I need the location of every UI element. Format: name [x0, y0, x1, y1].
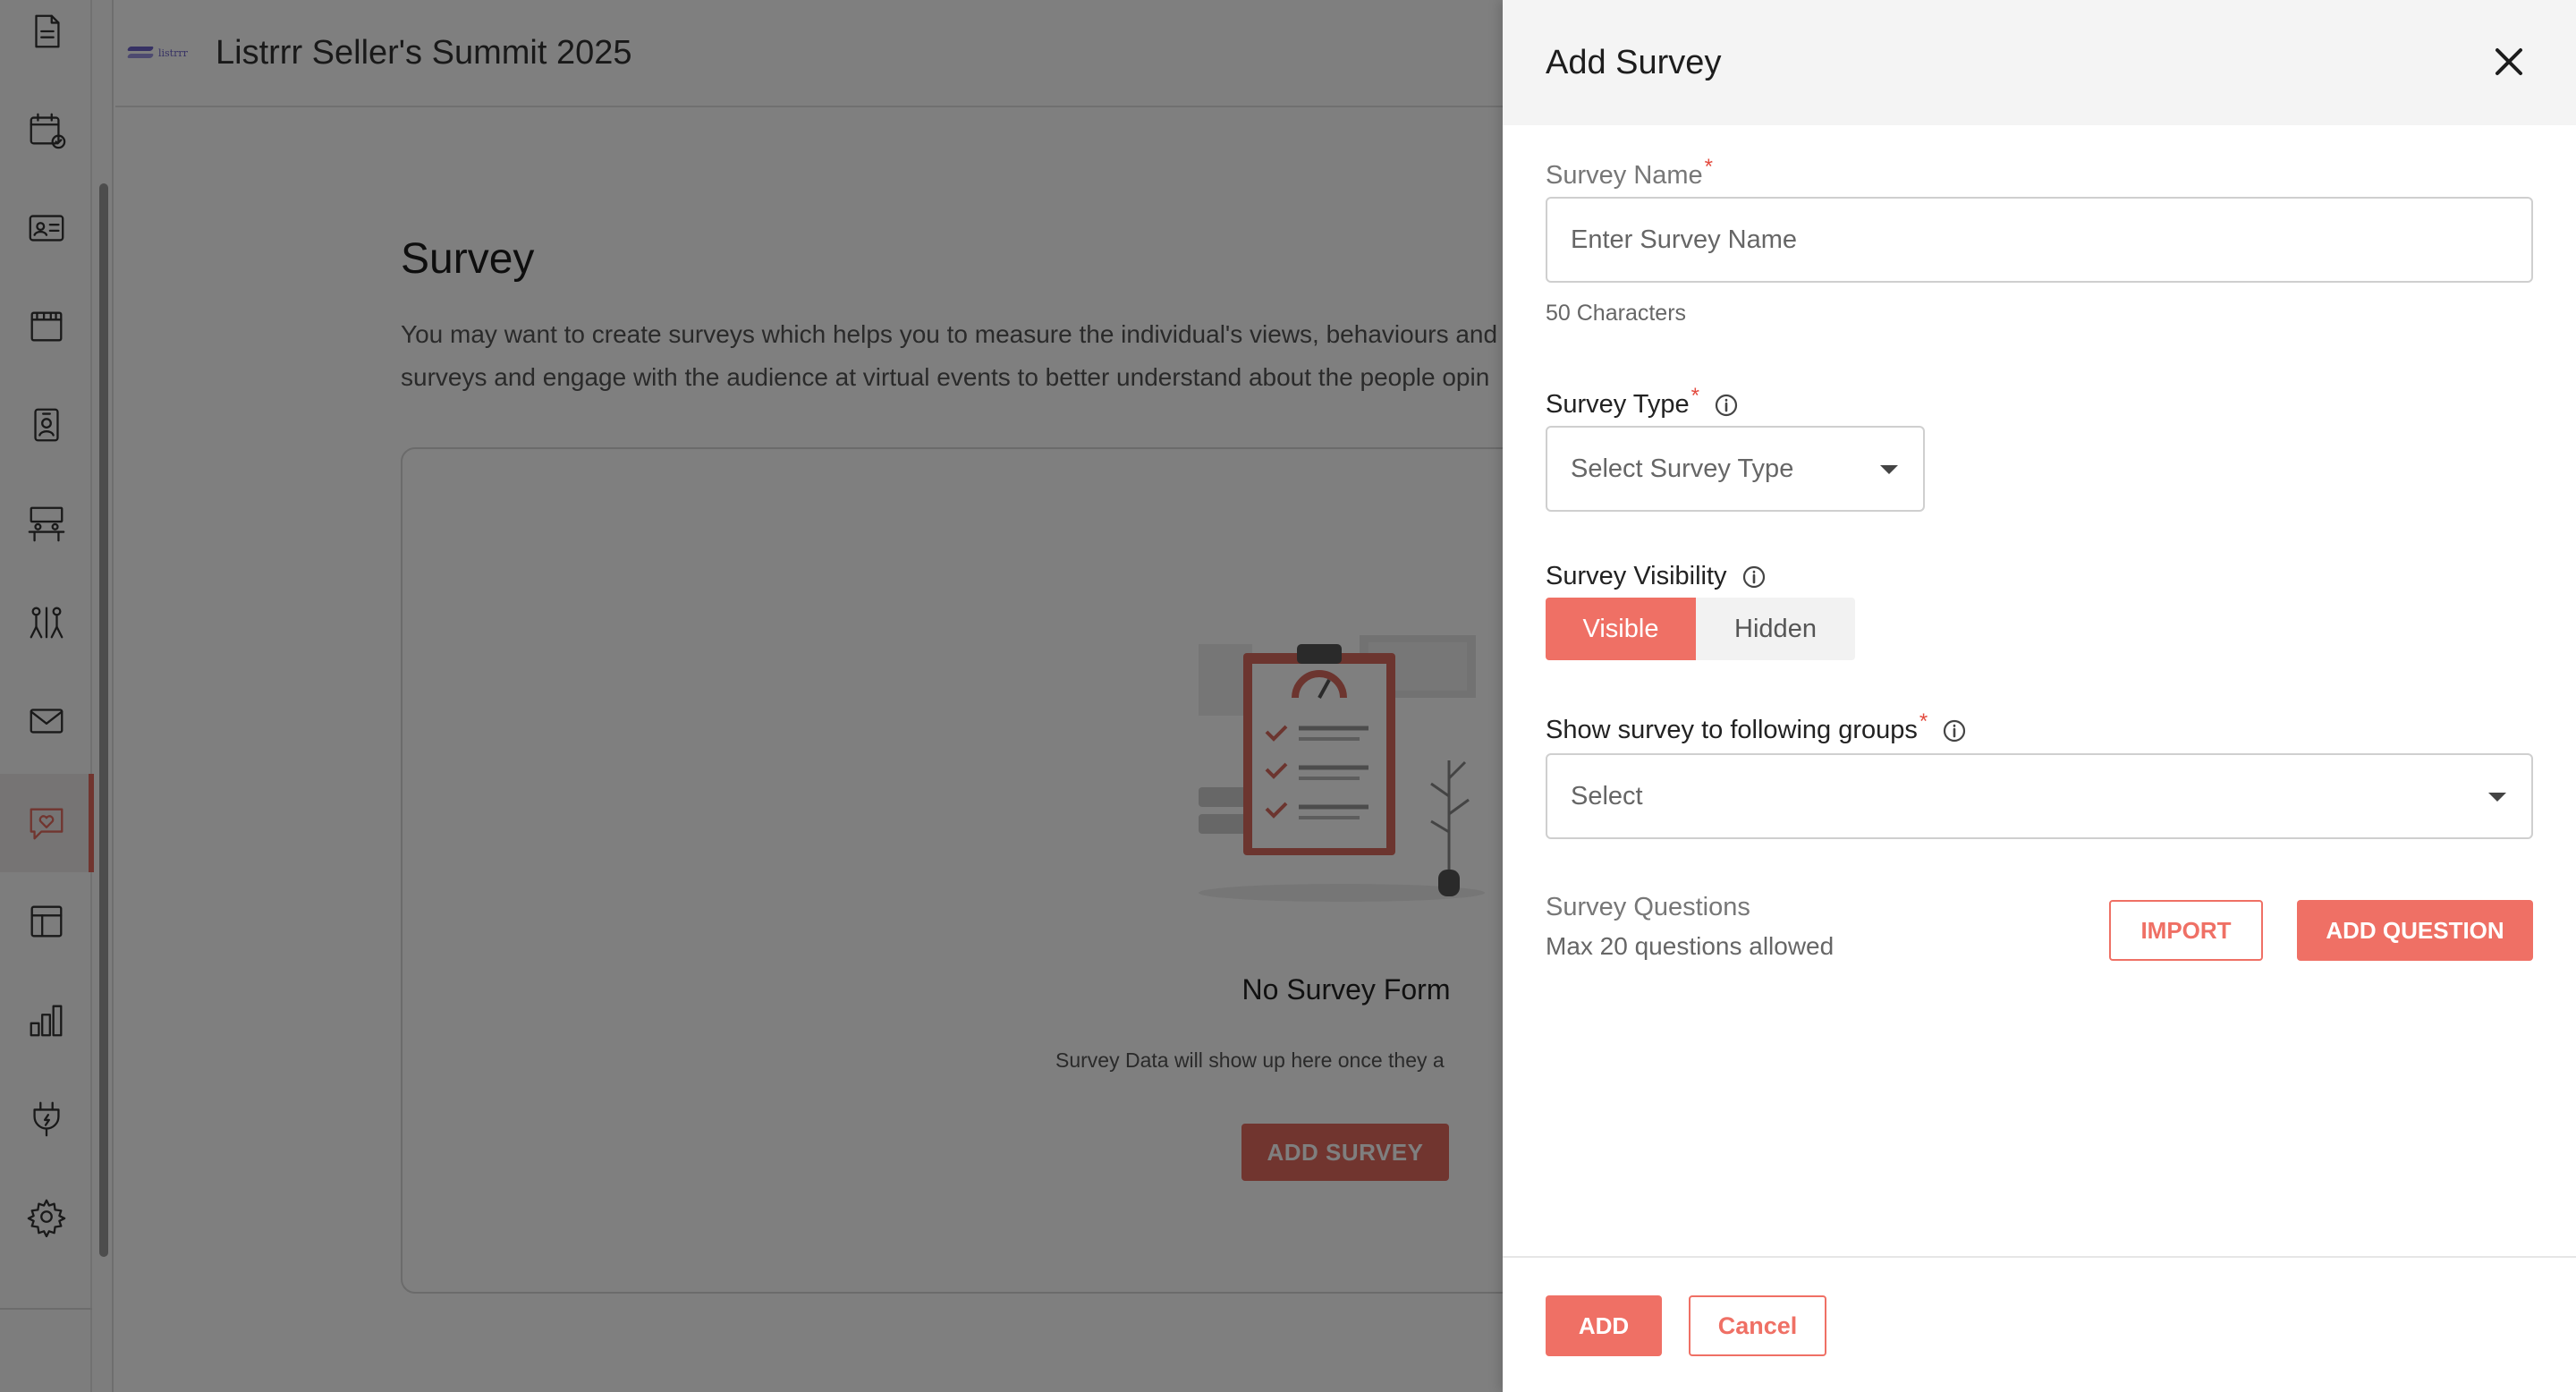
groups-label: Show survey to following groups *	[1546, 709, 1967, 745]
footer-divider	[1503, 1256, 2576, 1258]
add-survey-drawer: Add Survey Survey Name * 50 Characters S…	[1503, 0, 2576, 1392]
survey-visibility-toggle: Visible Hidden	[1546, 598, 1855, 660]
required-mark: *	[1704, 154, 1714, 179]
survey-type-select[interactable]: Select Survey Type	[1546, 426, 1925, 512]
visibility-visible-option[interactable]: Visible	[1546, 598, 1696, 660]
required-mark: *	[1919, 709, 1928, 734]
groups-placeholder: Select	[1571, 781, 1643, 811]
chevron-down-icon	[2488, 793, 2506, 802]
survey-questions-limit: Max 20 questions allowed	[1546, 932, 1835, 960]
drawer-header: Add Survey	[1503, 0, 2576, 125]
groups-select[interactable]: Select	[1546, 753, 2533, 839]
modal-overlay[interactable]	[0, 0, 1503, 1392]
groups-label-text: Show survey to following groups	[1546, 716, 1918, 744]
survey-name-input[interactable]	[1546, 197, 2533, 283]
import-button[interactable]: IMPORT	[2109, 900, 2263, 961]
info-icon[interactable]	[1714, 393, 1739, 418]
survey-visibility-label: Survey Visibility	[1546, 562, 1767, 591]
add-button[interactable]: ADD	[1546, 1295, 1662, 1356]
drawer-title: Add Survey	[1546, 43, 1722, 81]
cancel-button[interactable]: Cancel	[1689, 1295, 1826, 1356]
info-icon[interactable]	[1741, 564, 1767, 590]
visibility-hidden-option[interactable]: Hidden	[1696, 598, 1855, 660]
survey-type-placeholder: Select Survey Type	[1571, 454, 1794, 483]
chevron-down-icon	[1880, 465, 1898, 474]
close-button[interactable]	[2487, 39, 2531, 84]
survey-type-label-text: Survey Type	[1546, 390, 1690, 419]
survey-type-label: Survey Type *	[1546, 384, 1739, 420]
survey-name-char-limit: 50 Characters	[1546, 301, 1687, 326]
close-icon	[2496, 48, 2522, 75]
required-mark: *	[1690, 383, 1700, 408]
survey-name-label-text: Survey Name	[1546, 161, 1703, 190]
info-icon[interactable]	[1942, 718, 1967, 743]
survey-questions-title: Survey Questions	[1546, 893, 1750, 921]
add-question-button[interactable]: ADD QUESTION	[2297, 900, 2533, 961]
survey-visibility-label-text: Survey Visibility	[1546, 562, 1727, 590]
survey-name-label: Survey Name *	[1546, 155, 1713, 191]
